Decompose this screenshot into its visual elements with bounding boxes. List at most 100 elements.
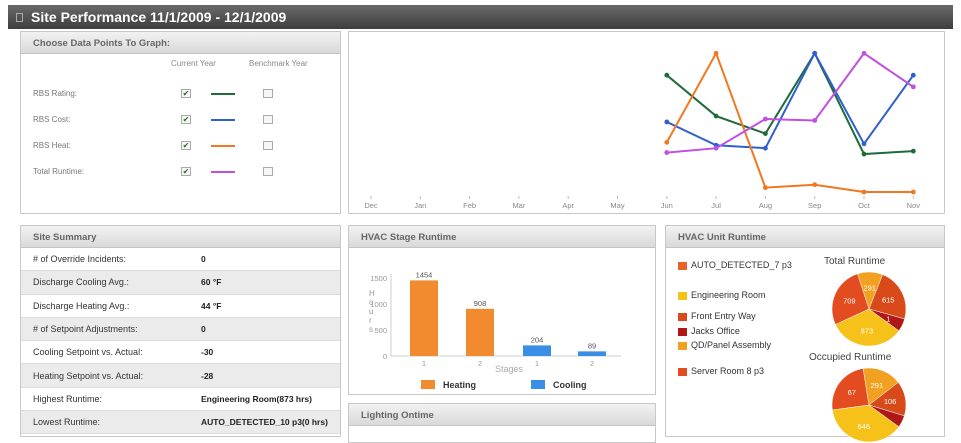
pie-slice-label: 291 bbox=[863, 284, 876, 293]
lighting-ontime-title: Lighting Ontime bbox=[349, 404, 655, 426]
data-point-row: RBS Rating: ✔ bbox=[21, 87, 340, 101]
benchmark-year-checkbox[interactable] bbox=[263, 141, 273, 150]
x-tick-label: Mar bbox=[512, 201, 525, 210]
pie-slice-label: 709 bbox=[843, 296, 856, 305]
benchmark-year-checkbox[interactable] bbox=[263, 115, 273, 124]
current-year-checkbox[interactable]: ✔ bbox=[181, 167, 191, 176]
current-year-checkbox[interactable]: ✔ bbox=[181, 141, 191, 150]
summary-value: 0 bbox=[201, 254, 206, 265]
data-point bbox=[861, 50, 867, 56]
y-tick-label: 500 bbox=[374, 326, 387, 335]
summary-label: Discharge Heating Avg.: bbox=[33, 300, 130, 311]
summary-row: Lowest Runtime: AUTO_DETECTED_10 p3(0 hrs… bbox=[21, 411, 340, 435]
data-point bbox=[861, 141, 867, 147]
site-summary-panel: Site Summary # of Override Incidents: 0 Di… bbox=[20, 225, 341, 437]
bar-value-label: 89 bbox=[588, 341, 596, 350]
legend-swatch bbox=[421, 380, 435, 389]
legend-swatch bbox=[678, 342, 687, 350]
total-runtime-pie: 873 709 291 615 1 bbox=[831, 271, 907, 347]
bar-value-label: 1454 bbox=[416, 270, 433, 279]
grip-icon bbox=[16, 12, 23, 22]
benchmark-year-checkbox[interactable] bbox=[263, 89, 273, 98]
bar bbox=[578, 351, 606, 356]
summary-value: -30 bbox=[201, 347, 214, 358]
line-chart-svg: Dec Jan Feb Mar Apr May Jun Jul Aug Sep Oct Nov bbox=[364, 50, 921, 210]
benchmark-year-checkbox[interactable] bbox=[263, 167, 273, 176]
x-tick-label: Nov bbox=[907, 201, 921, 210]
legend-label: Cooling bbox=[553, 380, 587, 390]
summary-value: 0 bbox=[201, 324, 206, 335]
legend-label: Front Entry Way bbox=[691, 311, 756, 321]
summary-label: Discharge Cooling Avg.: bbox=[33, 277, 129, 288]
data-point bbox=[664, 139, 670, 145]
current-year-checkbox[interactable]: ✔ bbox=[181, 115, 191, 124]
x-tick-label: Aug bbox=[759, 201, 772, 210]
legend-swatch bbox=[678, 328, 687, 336]
data-point bbox=[812, 182, 818, 188]
summary-label: Highest Runtime: bbox=[33, 393, 103, 404]
unit-legend-item: QD/Panel Assembly bbox=[678, 341, 793, 350]
legend-label: Engineering Room bbox=[691, 290, 766, 300]
x-tick-label: Oct bbox=[858, 201, 871, 210]
pie-slice-label: 67 bbox=[848, 388, 856, 397]
data-point bbox=[763, 145, 768, 151]
series-color-swatch bbox=[211, 93, 235, 95]
legend-swatch bbox=[531, 380, 545, 389]
summary-label: # of Override Incidents: bbox=[33, 254, 127, 265]
pie-slice-label: 106 bbox=[884, 397, 897, 406]
unit-legend-item: Front Entry Way bbox=[678, 312, 793, 321]
series-line bbox=[666, 51, 914, 154]
data-point-label: Total Runtime: bbox=[33, 167, 85, 176]
y-tick-label: 1500 bbox=[370, 274, 387, 283]
data-point bbox=[910, 84, 916, 90]
data-point bbox=[763, 116, 768, 122]
site-performance-line-chart: Dec Jan Feb Mar Apr May Jun Jul Aug Sep Oct Nov bbox=[348, 31, 945, 214]
data-point bbox=[812, 118, 818, 123]
data-point bbox=[763, 185, 768, 191]
x-tick-label: Jun bbox=[661, 201, 673, 210]
legend-swatch bbox=[678, 313, 687, 321]
hvac-stage-runtime-panel: HVAC Stage Runtime 1500 1000 500 0 Ho u r s 1454… bbox=[348, 225, 656, 395]
x-tick-label: May bbox=[610, 201, 624, 210]
summary-row: Heating Setpoint vs. Actual: -28 bbox=[21, 364, 340, 388]
data-point bbox=[910, 72, 916, 78]
x-tick-label: Sep bbox=[808, 201, 821, 210]
data-point bbox=[713, 145, 719, 151]
legend-label: Server Room 8 p3 bbox=[691, 366, 765, 376]
pie-slice-label: 646 bbox=[857, 422, 870, 431]
data-point bbox=[861, 151, 867, 157]
data-point-label: RBS Cost: bbox=[33, 115, 71, 124]
x-tick-label: Jan bbox=[414, 201, 426, 210]
data-point bbox=[763, 131, 768, 136]
legend-swatch bbox=[678, 292, 687, 300]
x-tick-label: Apr bbox=[562, 201, 574, 210]
window-title: Site Performance 11/1/2009 - 12/1/2009 bbox=[31, 9, 287, 25]
x-tick-label: 2 bbox=[478, 359, 482, 368]
bar bbox=[523, 345, 551, 356]
legend-label: AUTO_DETECTED_7 p3 bbox=[691, 260, 792, 270]
benchmark-year-column-header: Benchmark Year bbox=[249, 59, 308, 68]
summary-row: Discharge Heating Avg.: 44 °F bbox=[21, 295, 340, 318]
data-point bbox=[664, 72, 670, 78]
summary-value: -28 bbox=[201, 370, 214, 381]
series-line bbox=[665, 50, 914, 193]
data-point bbox=[910, 148, 916, 154]
legend-swatch bbox=[678, 368, 687, 376]
x-tick-label: 1 bbox=[422, 359, 426, 368]
occupied-runtime-pie: 646 67 291106 bbox=[831, 367, 907, 443]
summary-value: Engineering Room(873 hrs) bbox=[201, 393, 312, 404]
stage-runtime-bar-chart: 150010005000H o u r s1454190822041892StagesH… bbox=[369, 270, 621, 390]
summary-row: Highest Runtime: Engineering Room(873 hrs… bbox=[21, 388, 340, 412]
data-point bbox=[713, 50, 719, 56]
data-point-label: RBS Rating: bbox=[33, 89, 78, 98]
choose-panel-title: Choose Data Points To Graph: bbox=[21, 32, 340, 54]
window-title-bar: Site Performance 11/1/2009 - 12/1/2009 bbox=[8, 5, 953, 29]
y-tick-label: 0 bbox=[383, 352, 387, 361]
data-point bbox=[664, 119, 670, 125]
summary-label: Lowest Runtime: bbox=[33, 417, 101, 428]
unit-runtime-title: HVAC Unit Runtime bbox=[666, 226, 944, 248]
summary-row: # of Setpoint Adjustments: 0 bbox=[21, 317, 340, 342]
summary-value: 44 °F bbox=[201, 300, 222, 311]
summary-label: Cooling Setpoint vs. Actual: bbox=[33, 347, 143, 358]
current-year-checkbox[interactable]: ✔ bbox=[181, 89, 191, 98]
